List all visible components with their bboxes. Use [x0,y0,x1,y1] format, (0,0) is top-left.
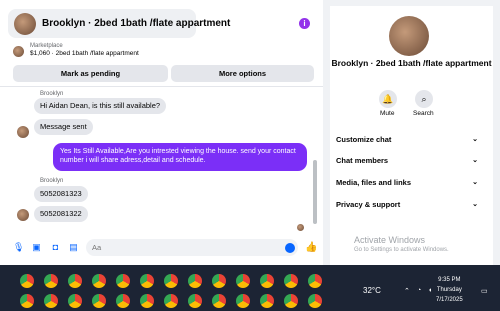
browser-icon[interactable] [44,274,58,288]
conversation-title: Brooklyn · 2bed 1bath /flate appartment [42,18,231,29]
image-icon[interactable]: ▣ [31,242,42,253]
mic-icon[interactable]: 🎙 [13,242,24,253]
browser-icon[interactable] [284,294,298,308]
section-label: Chat members [336,155,389,165]
browser-icon[interactable] [116,294,130,308]
chevron-down-icon: ⌄ [472,136,478,143]
bell-icon[interactable]: 🔔 [379,90,397,108]
browser-icon[interactable] [284,274,298,288]
volume-icon[interactable]: ◖ [428,287,432,294]
search-label: Search [413,110,434,117]
browser-icon[interactable] [188,274,202,288]
activate-windows-title: Activate Windows [354,235,426,245]
browser-icon[interactable] [308,274,322,288]
browser-icon[interactable] [212,274,226,288]
section-label: Media, files and links [336,177,412,187]
chevron-up-icon[interactable]: ⌃ [404,287,410,295]
chevron-down-icon: ⌄ [472,201,478,208]
notification-icon[interactable]: ▭ [481,287,488,295]
message-bubble[interactable]: Message sent [34,119,93,135]
clock-time: 9:35 PM [438,277,461,283]
gif-icon[interactable]: ▤ [68,242,79,253]
browser-icon[interactable] [212,294,226,308]
outgoing-message-bubble[interactable]: Yes Its Still Available,Are you intreste… [53,143,307,171]
browser-icon[interactable] [68,294,82,308]
clock[interactable]: 9:35 PM Thursday 7/17/2025 [436,275,463,305]
divider [0,86,323,87]
scrollbar[interactable] [313,160,317,224]
browser-icon[interactable] [92,274,106,288]
thumbs-up-icon[interactable]: 👍 [305,242,317,253]
sender-name: Brooklyn [40,91,64,97]
browser-icon[interactable] [44,294,58,308]
avatar [14,12,36,35]
listing-thumbnail [13,46,24,57]
browser-icon[interactable] [68,274,82,288]
browser-icon[interactable] [92,294,106,308]
message-bubble[interactable]: 5052081322 [34,206,88,222]
search-icon[interactable]: ⌕ [415,90,433,108]
browser-icon[interactable] [116,274,130,288]
browser-icon[interactable] [140,294,154,308]
section-customize-chat[interactable]: Customize chat ⌄ [336,132,478,146]
browser-icon[interactable] [260,294,274,308]
mute-label: Mute [380,110,395,117]
seen-avatar [297,224,304,231]
details-title: Brooklyn · 2bed 1bath /flate appartment [331,58,492,68]
section-chat-members[interactable]: Chat members ⌄ [336,153,478,167]
message-bubble[interactable]: 5052081323 [34,186,88,202]
browser-icon[interactable] [188,294,202,308]
weather-temp[interactable]: 32°C [363,286,381,295]
message-bubble[interactable]: Hi Aidan Dean, is this still available? [34,98,167,114]
marketplace-label: Marketplace [30,43,63,49]
composer: 🎙 ▣ ◘ ▤ 👍 [0,236,323,260]
wifi-icon[interactable]: ◔ [417,287,421,294]
sender-name: Brooklyn [40,178,64,184]
chat-panel: Brooklyn · 2bed 1bath /flate appartment … [0,0,323,265]
chevron-down-icon: ⌄ [472,179,478,186]
avatar [389,16,429,56]
browser-icon[interactable] [20,294,34,308]
clock-date: 7/17/2025 [436,297,463,303]
more-options-button[interactable]: More options [171,65,314,82]
avatar [17,209,29,221]
section-privacy-support[interactable]: Privacy & support ⌄ [336,197,478,211]
section-label: Customize chat [336,134,392,144]
browser-icon[interactable] [20,274,34,288]
conversation-header[interactable]: Brooklyn · 2bed 1bath /flate appartment [8,9,230,38]
mark-pending-button[interactable]: Mark as pending [13,65,168,82]
browser-icon[interactable] [236,294,250,308]
browser-icon[interactable] [236,274,250,288]
activate-windows-subtitle: Go to Settings to activate Windows. [354,247,449,253]
clock-day: Thursday [436,287,462,293]
section-media-files-links[interactable]: Media, files and links ⌄ [336,175,478,189]
avatar [17,126,29,138]
section-label: Privacy & support [336,199,401,209]
browser-icon[interactable] [164,294,178,308]
emoji-icon[interactable] [285,243,295,253]
browser-icon[interactable] [164,274,178,288]
browser-icon[interactable] [260,274,274,288]
details-panel: Brooklyn · 2bed 1bath /flate appartment … [330,6,493,265]
marketplace-item-title: $1,060 · 2bed 1bath /flate appartment [30,50,139,57]
browser-icon[interactable] [308,294,322,308]
taskbar [0,265,500,311]
sticker-icon[interactable]: ◘ [50,242,61,253]
chevron-down-icon: ⌄ [472,157,478,164]
message-input[interactable] [86,239,298,256]
browser-icon[interactable] [140,274,154,288]
marketplace-item[interactable]: Marketplace $1,060 · 2bed 1bath /flate a… [13,43,139,57]
info-icon[interactable]: i [299,18,310,29]
